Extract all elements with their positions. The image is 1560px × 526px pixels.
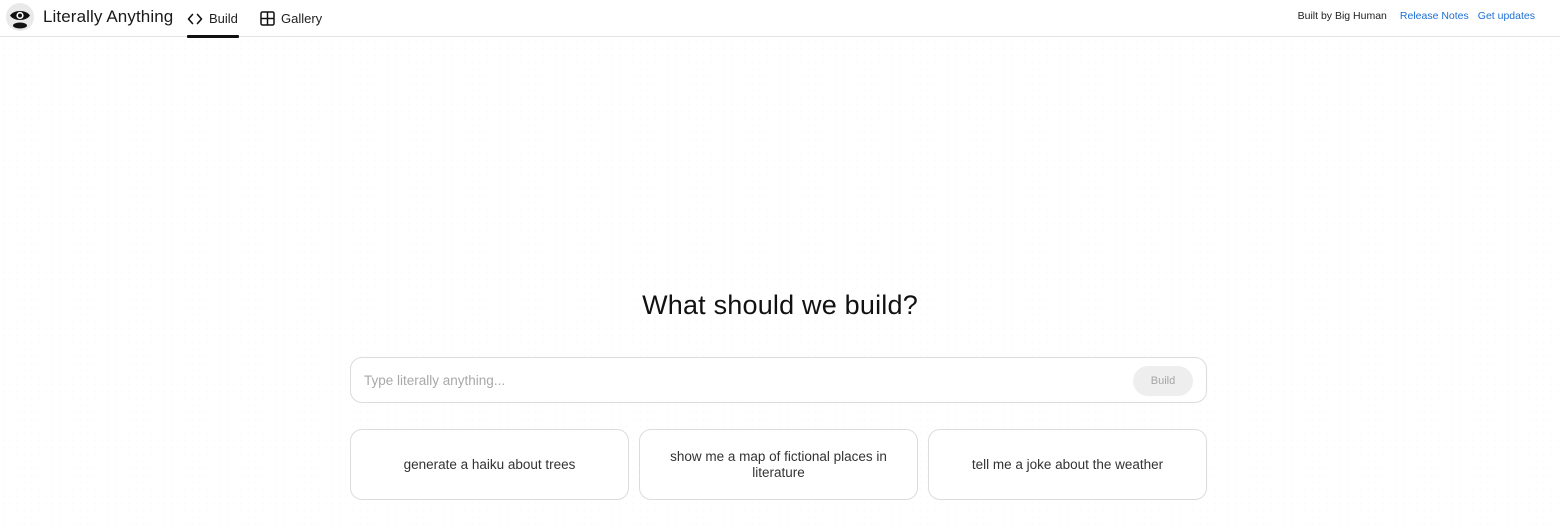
release-notes-link[interactable]: Release Notes [1400,10,1469,22]
get-updates-link[interactable]: Get updates [1478,10,1535,22]
suggestion-card-haiku[interactable]: generate a haiku about trees [350,429,629,500]
tab-gallery[interactable]: Gallery [260,0,322,37]
top-navigation-bar: Literally Anything Build Gallery Built b… [0,0,1560,38]
page-headline: What should we build? [642,290,918,320]
prompt-box: Build [350,357,1207,403]
built-by-text: Built by Big Human [1297,9,1387,22]
tab-gallery-label: Gallery [281,11,323,26]
suggestion-card-map[interactable]: show me a map of fictional places in lit… [639,429,918,500]
prompt-input[interactable] [364,358,1124,402]
tab-build-label: Build [209,11,238,26]
tab-build[interactable]: Build [187,0,239,38]
grid-icon [260,11,275,26]
suggestion-card-joke[interactable]: tell me a joke about the weather [928,429,1207,500]
header-links: Built by Big Human Release Notes Get upd… [1298,0,1535,31]
brand[interactable]: Literally Anything [6,3,173,31]
eye-logo-icon [6,3,34,31]
suggestion-list: generate a haiku about trees show me a m… [350,429,1207,500]
build-button[interactable]: Build [1133,366,1193,396]
app-name: Literally Anything [43,7,174,26]
code-brackets-icon [187,13,203,25]
